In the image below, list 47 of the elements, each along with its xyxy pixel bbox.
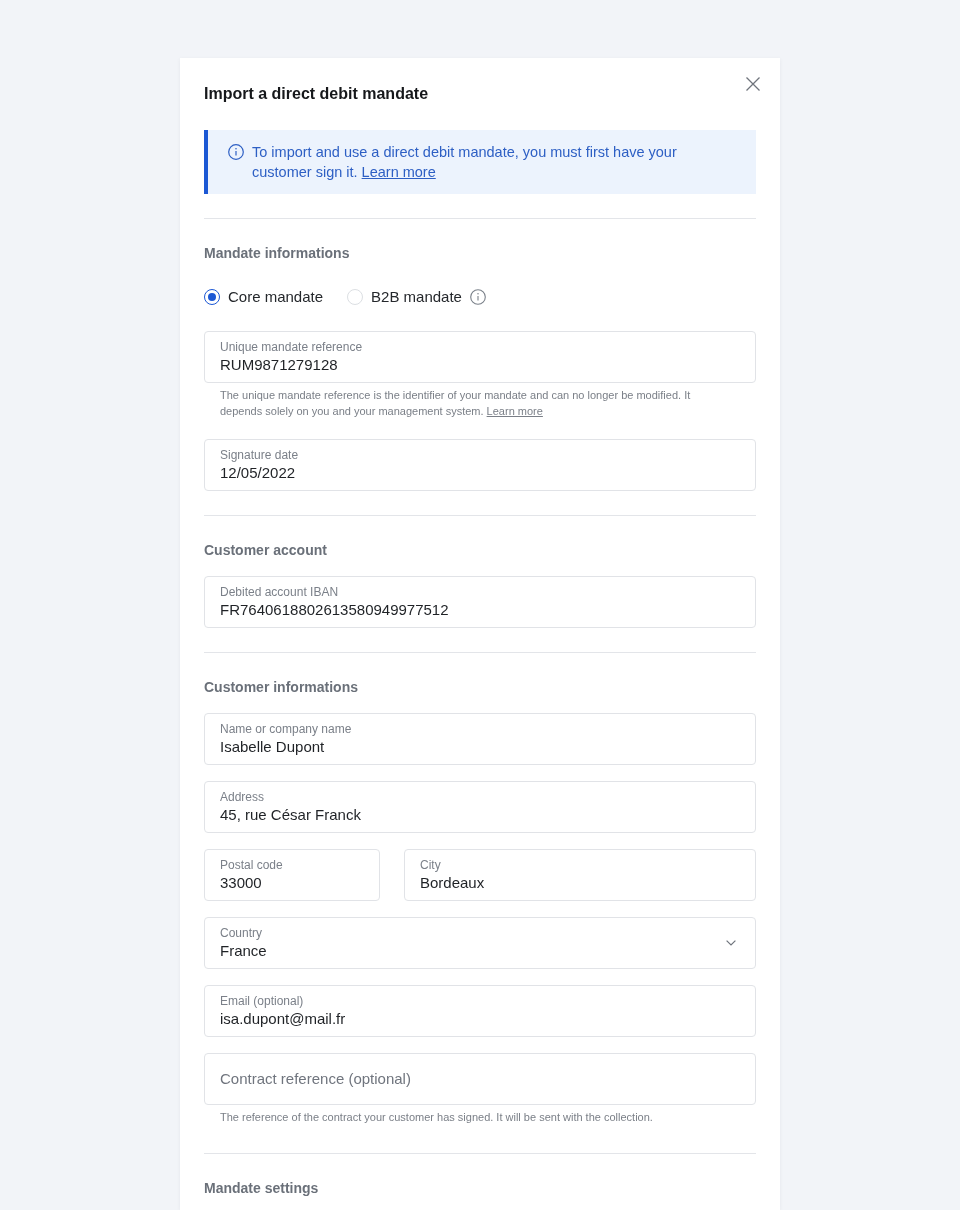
- field-value: FR7640618802613580949977512: [220, 600, 449, 620]
- field-label: Country: [220, 925, 263, 941]
- radio-button[interactable]: [204, 289, 220, 305]
- field-label: Signature date: [220, 447, 299, 463]
- field-label: Debited account IBAN: [220, 584, 339, 600]
- input-field[interactable]: Debited account IBAN FR7640618802613580949977512: [204, 576, 756, 628]
- field-value: 33000: [220, 873, 262, 893]
- help-text: The unique mandate reference is the identifier of your mandate and can no longer be modified. It depends solely on you and your management system. Learn more: [219, 388, 692, 419]
- input-field[interactable]: City Bordeaux: [404, 849, 756, 901]
- field-value: RUM9871279128: [220, 355, 338, 375]
- info-icon: [228, 144, 244, 160]
- info-message: To import and use a direct debit mandate, you must first have your customer sign it. Learn more: [252, 143, 678, 182]
- field-value: Bordeaux: [420, 873, 485, 893]
- field-label: Email (optional): [220, 993, 304, 1009]
- field-placeholder: Contract reference (optional): [220, 1069, 411, 1089]
- radio-label[interactable]: Core mandate: [228, 287, 324, 307]
- section-heading: Customer informations: [204, 678, 359, 697]
- field-value: isa.dupont@mail.fr: [220, 1009, 346, 1029]
- field-value: France: [220, 941, 267, 961]
- field-label: Address: [220, 789, 265, 805]
- section-heading: Mandate informations: [204, 244, 351, 263]
- input-field[interactable]: Email (optional) isa.dupont@mail.fr: [204, 985, 756, 1037]
- learn-more-link[interactable]: Learn more: [361, 164, 436, 180]
- input-field[interactable]: Unique mandate reference RUM9871279128: [204, 331, 756, 383]
- input-field[interactable]: Postal code 33000: [204, 849, 380, 901]
- close-icon: [746, 77, 760, 91]
- section-heading: Customer account: [204, 541, 328, 560]
- input-field[interactable]: Name or company name Isabelle Dupont: [204, 713, 756, 765]
- dialog-title: Import a direct debit mandate: [204, 84, 429, 104]
- field-label: Name or company name: [220, 721, 352, 737]
- learn-more-link[interactable]: Learn more: [486, 405, 543, 417]
- field-label: Postal code: [220, 857, 283, 873]
- info-icon[interactable]: [469, 289, 486, 305]
- help-text: The reference of the contract your customer has signed. It will be sent with the collection.: [219, 1110, 654, 1125]
- radio-label[interactable]: B2B mandate: [371, 287, 462, 307]
- field-value: 12/05/2022: [220, 463, 296, 483]
- select-field[interactable]: Country France: [204, 917, 756, 969]
- field-value: 45, rue César Franck: [220, 805, 361, 825]
- field-value: Isabelle Dupont: [220, 737, 325, 757]
- field-label: Unique mandate reference: [220, 339, 363, 355]
- chevron-down-icon: [726, 940, 736, 946]
- input-field[interactable]: Signature date 12/05/2022: [204, 439, 756, 491]
- close-button[interactable]: [746, 77, 760, 91]
- field-label: City: [420, 857, 441, 873]
- input-field[interactable]: Contract reference (optional): [204, 1053, 756, 1105]
- section-heading: Mandate settings: [204, 1179, 320, 1198]
- input-field[interactable]: Address 45, rue César Franck: [204, 781, 756, 833]
